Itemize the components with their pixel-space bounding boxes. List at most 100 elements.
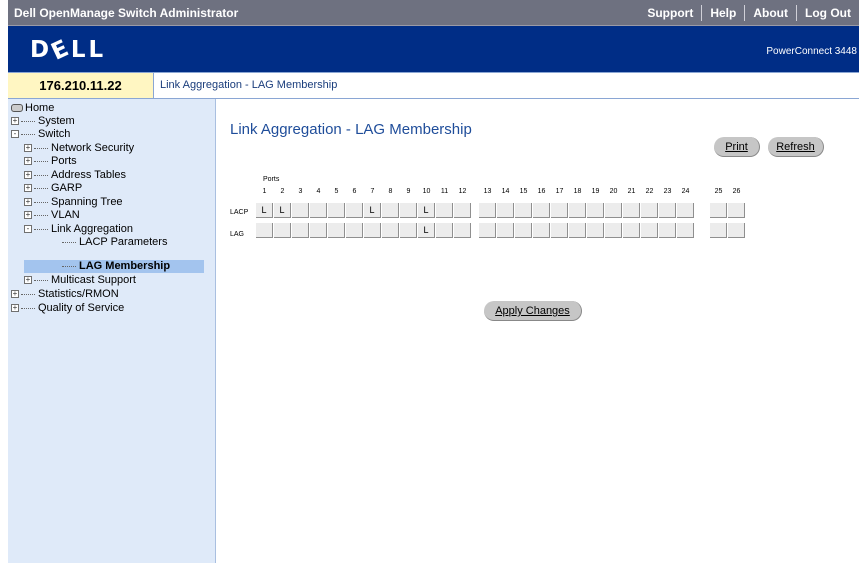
lag-cell[interactable] <box>436 223 453 238</box>
tree-item-address-tables[interactable]: + Address Tables <box>24 169 126 182</box>
tree-item-switch[interactable]: - Switch <box>11 128 70 141</box>
lacp-cell[interactable] <box>533 203 550 218</box>
lacp-cell[interactable] <box>569 203 586 218</box>
lag-cell[interactable] <box>292 223 309 238</box>
top-bar: Dell OpenManage Switch Administrator Sup… <box>8 0 859 26</box>
lacp-cell[interactable] <box>710 203 727 218</box>
lacp-cell[interactable]: L <box>274 203 291 218</box>
tree-item-spanning-tree[interactable]: + Spanning Tree <box>24 196 123 209</box>
lag-cell[interactable] <box>274 223 291 238</box>
lacp-cell[interactable]: L <box>364 203 381 218</box>
tree-item-vlan[interactable]: + VLAN <box>24 209 80 222</box>
tree-item-garp[interactable]: + GARP <box>24 182 82 195</box>
lacp-cell[interactable] <box>479 203 496 218</box>
tree-item-link-aggregation[interactable]: - Link Aggregation <box>24 223 133 236</box>
lag-cell[interactable] <box>382 223 399 238</box>
help-link[interactable]: Help <box>702 6 744 20</box>
expand-icon[interactable]: + <box>11 117 19 126</box>
lag-cell[interactable] <box>677 223 694 238</box>
lacp-cell[interactable] <box>346 203 363 218</box>
lacp-cell[interactable] <box>551 203 568 218</box>
lag-cell[interactable] <box>551 223 568 238</box>
logout-link[interactable]: Log Out <box>797 6 859 20</box>
tree-item-multicast-support[interactable]: + Multicast Support <box>24 274 136 287</box>
lacp-cell[interactable] <box>328 203 345 218</box>
lag-cell[interactable] <box>623 223 640 238</box>
lacp-cell[interactable] <box>436 203 453 218</box>
lacp-cell[interactable]: L <box>256 203 273 218</box>
lacp-cell[interactable] <box>728 203 745 218</box>
expand-icon[interactable]: + <box>24 157 32 166</box>
print-button[interactable]: Print <box>714 137 760 157</box>
lag-cell[interactable]: L <box>418 223 435 238</box>
lag-cell[interactable] <box>328 223 345 238</box>
expand-icon[interactable]: + <box>11 304 19 313</box>
tree-item-system[interactable]: + System <box>11 115 75 128</box>
tree-item-ports[interactable]: + Ports <box>24 155 77 168</box>
collapse-icon[interactable]: - <box>24 225 32 234</box>
port-number-label: 12 <box>458 188 467 195</box>
tree-connector <box>21 133 35 135</box>
lacp-cell[interactable] <box>587 203 604 218</box>
port-number-label: 18 <box>573 188 582 195</box>
lacp-cell[interactable] <box>605 203 622 218</box>
lacp-cell[interactable] <box>310 203 327 218</box>
lacp-cell[interactable] <box>497 203 514 218</box>
collapse-icon[interactable]: - <box>11 130 19 139</box>
lag-cell[interactable] <box>710 223 727 238</box>
about-link[interactable]: About <box>745 6 796 20</box>
tree-item-network-security[interactable]: + Network Security <box>24 142 134 155</box>
lacp-cell[interactable]: L <box>418 203 435 218</box>
tree-item-home[interactable]: Home <box>11 102 54 115</box>
tree-label: Statistics/RMON <box>38 288 119 300</box>
lacp-cell[interactable] <box>400 203 417 218</box>
port-number-label: 6 <box>352 188 357 195</box>
lag-cell[interactable] <box>346 223 363 238</box>
tree-label: Link Aggregation <box>51 223 133 235</box>
tree-item-lag-membership[interactable]: LAG Membership <box>24 260 204 273</box>
expand-icon[interactable]: + <box>11 290 19 299</box>
lacp-cell[interactable] <box>515 203 532 218</box>
port-number-label: 21 <box>627 188 636 195</box>
lag-cell[interactable] <box>310 223 327 238</box>
refresh-button[interactable]: Refresh <box>768 137 824 157</box>
expand-icon[interactable]: + <box>24 144 32 153</box>
lag-cell[interactable] <box>515 223 532 238</box>
tree-label: Switch <box>38 128 71 140</box>
expand-icon[interactable]: + <box>24 211 32 220</box>
lag-cell[interactable] <box>533 223 550 238</box>
lag-cell[interactable] <box>641 223 658 238</box>
lacp-cell[interactable] <box>454 203 471 218</box>
expand-icon[interactable]: + <box>24 276 32 285</box>
port-number-label: 25 <box>714 188 723 195</box>
lag-cell[interactable] <box>479 223 496 238</box>
support-link[interactable]: Support <box>639 6 701 20</box>
lag-cell[interactable] <box>256 223 273 238</box>
lag-cell[interactable] <box>605 223 622 238</box>
lacp-cell[interactable] <box>623 203 640 218</box>
lag-cell[interactable] <box>497 223 514 238</box>
tree-connector <box>34 201 48 203</box>
lag-cell[interactable] <box>569 223 586 238</box>
lag-cell[interactable] <box>364 223 381 238</box>
lacp-cell[interactable] <box>292 203 309 218</box>
tree-item-statistics-rmon[interactable]: + Statistics/RMON <box>11 288 119 301</box>
tree-item-quality-of-service[interactable]: + Quality of Service <box>11 302 124 315</box>
port-number-label: 15 <box>519 188 528 195</box>
port-number-label: 9 <box>406 188 411 195</box>
lag-cell[interactable] <box>659 223 676 238</box>
expand-icon[interactable]: + <box>24 198 32 207</box>
lacp-cell[interactable] <box>677 203 694 218</box>
lacp-cell[interactable] <box>659 203 676 218</box>
apply-changes-button[interactable]: Apply Changes <box>484 301 582 321</box>
lacp-cell[interactable] <box>382 203 399 218</box>
lacp-cell[interactable] <box>641 203 658 218</box>
expand-icon[interactable]: + <box>24 184 32 193</box>
tree-connector <box>34 214 48 216</box>
expand-icon[interactable]: + <box>24 171 32 180</box>
lag-cell[interactable] <box>400 223 417 238</box>
tree-item-lacp-parameters[interactable]: LACP Parameters <box>62 236 167 249</box>
lag-cell[interactable] <box>587 223 604 238</box>
lag-cell[interactable] <box>454 223 471 238</box>
lag-cell[interactable] <box>728 223 745 238</box>
